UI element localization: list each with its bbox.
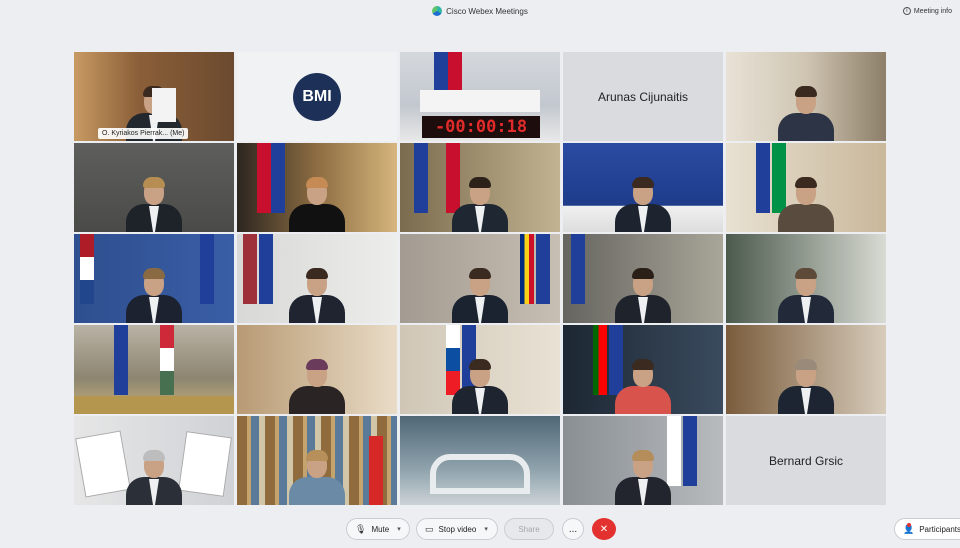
video-tile[interactable] — [726, 52, 886, 141]
more-options-button[interactable]: ... — [562, 518, 584, 540]
video-tile[interactable] — [400, 416, 560, 505]
share-label: Share — [518, 524, 540, 534]
video-tile[interactable] — [400, 143, 560, 232]
title-bar: Cisco Webex Meetings — [0, 0, 960, 22]
participant-name: Bernard Grsic — [768, 453, 844, 468]
notification-dot — [907, 523, 911, 527]
video-tile[interactable] — [726, 234, 886, 323]
video-tile[interactable] — [237, 234, 397, 323]
participants-button[interactable]: 👤 Participants — [894, 518, 960, 540]
camera-icon: ▭ — [425, 523, 434, 534]
info-icon: i — [902, 7, 911, 15]
mute-label: Mute — [371, 524, 390, 534]
close-icon: ✕ — [599, 523, 609, 535]
share-button[interactable]: Share — [504, 518, 554, 540]
countdown-timer: -00:00:18 — [422, 116, 540, 138]
video-tile[interactable] — [563, 234, 723, 323]
meeting-toolbar: 🎙 Mute ▾ ▭ Stop video ▾ Share ... ✕ 👤 Pa… — [0, 512, 960, 548]
video-tile[interactable] — [74, 325, 234, 414]
video-tile-timer[interactable]: -00:00:18 — [400, 52, 560, 141]
video-tile[interactable] — [74, 234, 234, 323]
video-tile[interactable] — [400, 325, 560, 414]
chevron-down-icon[interactable]: ▾ — [484, 525, 488, 533]
video-tile[interactable] — [726, 325, 886, 414]
video-tile-arunas-cijunaitis[interactable]: Arunas Cijunaitis — [563, 52, 723, 141]
window-title: Cisco Webex Meetings — [446, 6, 528, 16]
video-tile[interactable] — [400, 234, 560, 323]
video-grid: O. Kyriakos Pierrak... (Me) BMI -00:00:1… — [74, 52, 886, 510]
video-tile[interactable] — [726, 143, 886, 232]
participant-name: Arunas Cijunaitis — [597, 89, 689, 104]
video-tile[interactable] — [74, 416, 234, 505]
meeting-info-button[interactable]: i Meeting info — [902, 0, 952, 22]
more-icon: ... — [568, 523, 578, 535]
microphone-icon: 🎙 — [355, 523, 367, 534]
video-tile-bernard-grsic[interactable]: Bernard Grsic — [726, 416, 886, 505]
video-tile[interactable] — [237, 325, 397, 414]
webex-logo-icon — [432, 6, 443, 16]
meeting-info-label: Meeting info — [913, 7, 952, 15]
participants-label: Participants — [919, 524, 960, 534]
video-tile[interactable] — [237, 416, 397, 505]
end-meeting-button[interactable]: ✕ — [592, 518, 616, 540]
chevron-down-icon[interactable]: ▾ — [397, 525, 401, 533]
stop-video-label: Stop video — [438, 524, 477, 534]
video-tile[interactable] — [563, 143, 723, 232]
video-tile[interactable] — [237, 143, 397, 232]
bmi-logo: BMI — [293, 72, 341, 121]
video-tile-self[interactable]: O. Kyriakos Pierrak... (Me) — [74, 52, 234, 141]
mute-button[interactable]: 🎙 Mute ▾ — [346, 518, 410, 540]
video-tile[interactable] — [563, 416, 723, 505]
video-tile[interactable] — [74, 143, 234, 232]
participant-name-tag: O. Kyriakos Pierrak... (Me) — [98, 128, 189, 139]
stop-video-button[interactable]: ▭ Stop video ▾ — [416, 518, 498, 540]
video-tile-bmi[interactable]: BMI — [237, 52, 397, 141]
video-tile[interactable] — [563, 325, 723, 414]
